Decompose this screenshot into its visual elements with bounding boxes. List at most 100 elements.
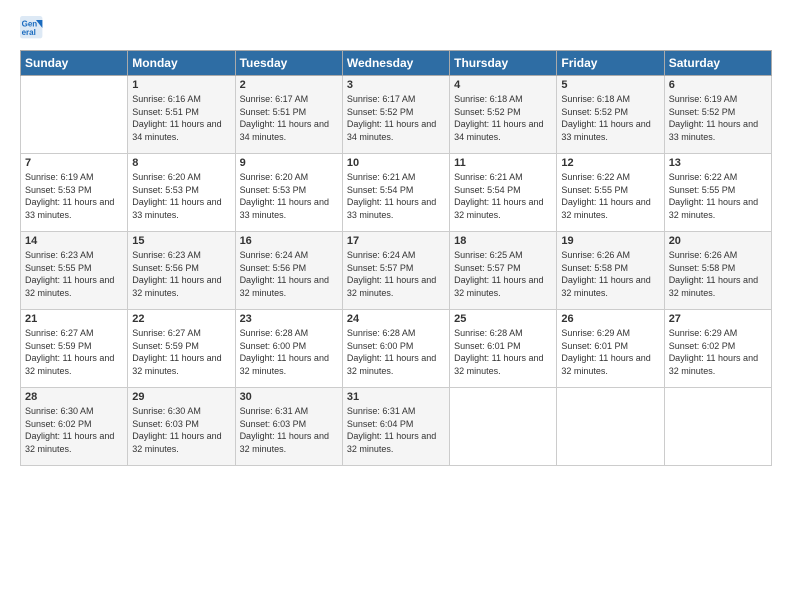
weekday-header: Sunday — [21, 51, 128, 76]
calendar-cell: 2 Sunrise: 6:17 AMSunset: 5:51 PMDaylight… — [235, 76, 342, 154]
calendar-cell: 31 Sunrise: 6:31 AMSunset: 6:04 PMDayligh… — [342, 388, 449, 466]
calendar-cell: 10 Sunrise: 6:21 AMSunset: 5:54 PMDayligh… — [342, 154, 449, 232]
cell-content: Sunrise: 6:28 AMSunset: 6:01 PMDaylight:… — [454, 327, 552, 377]
calendar-cell: 3 Sunrise: 6:17 AMSunset: 5:52 PMDaylight… — [342, 76, 449, 154]
svg-text:Gen: Gen — [22, 19, 38, 28]
cell-content: Sunrise: 6:28 AMSunset: 6:00 PMDaylight:… — [240, 327, 338, 377]
day-number: 10 — [347, 157, 445, 169]
day-number: 19 — [561, 235, 659, 247]
calendar-cell: 21Sunrise: 6:27 AMSunset: 5:59 PMDayligh… — [21, 310, 128, 388]
day-number: 7 — [25, 157, 123, 169]
day-number: 30 — [240, 391, 338, 403]
day-number: 2 — [240, 79, 338, 91]
calendar-cell: 1 Sunrise: 6:16 AMSunset: 5:51 PMDaylight… — [128, 76, 235, 154]
cell-content: Sunrise: 6:17 AMSunset: 5:51 PMDaylight:… — [240, 93, 338, 143]
calendar-cell — [557, 388, 664, 466]
day-number: 29 — [132, 391, 230, 403]
calendar-cell: 25 Sunrise: 6:28 AMSunset: 6:01 PMDayligh… — [450, 310, 557, 388]
calendar-cell: 15Sunrise: 6:23 AMSunset: 5:56 PMDayligh… — [128, 232, 235, 310]
calendar-week-row: 14Sunrise: 6:23 AMSunset: 5:55 PMDayligh… — [21, 232, 772, 310]
calendar-cell: 24 Sunrise: 6:28 AMSunset: 6:00 PMDayligh… — [342, 310, 449, 388]
weekday-header: Thursday — [450, 51, 557, 76]
day-number: 12 — [561, 157, 659, 169]
calendar-cell: 29 Sunrise: 6:30 AMSunset: 6:03 PMDayligh… — [128, 388, 235, 466]
cell-content: Sunrise: 6:23 AMSunset: 5:55 PMDaylight:… — [25, 249, 123, 299]
cell-content: Sunrise: 6:21 AMSunset: 5:54 PMDaylight:… — [347, 171, 445, 221]
cell-content: Sunrise: 6:23 AMSunset: 5:56 PMDaylight:… — [132, 249, 230, 299]
calendar-week-row: 21Sunrise: 6:27 AMSunset: 5:59 PMDayligh… — [21, 310, 772, 388]
calendar-cell: 30 Sunrise: 6:31 AMSunset: 6:03 PMDayligh… — [235, 388, 342, 466]
calendar-cell: 17 Sunrise: 6:24 AMSunset: 5:57 PMDayligh… — [342, 232, 449, 310]
calendar-cell: 12Sunrise: 6:22 AMSunset: 5:55 PMDayligh… — [557, 154, 664, 232]
calendar-cell: 11 Sunrise: 6:21 AMSunset: 5:54 PMDayligh… — [450, 154, 557, 232]
cell-content: Sunrise: 6:18 AMSunset: 5:52 PMDaylight:… — [454, 93, 552, 143]
cell-content: Sunrise: 6:19 AMSunset: 5:53 PMDaylight:… — [25, 171, 123, 221]
cell-content: Sunrise: 6:21 AMSunset: 5:54 PMDaylight:… — [454, 171, 552, 221]
cell-content: Sunrise: 6:31 AMSunset: 6:04 PMDaylight:… — [347, 405, 445, 455]
calendar-cell: 5Sunrise: 6:18 AMSunset: 5:52 PMDaylight… — [557, 76, 664, 154]
cell-content: Sunrise: 6:22 AMSunset: 5:55 PMDaylight:… — [669, 171, 767, 221]
calendar-cell: 20Sunrise: 6:26 AMSunset: 5:58 PMDayligh… — [664, 232, 771, 310]
calendar-cell: 26 Sunrise: 6:29 AMSunset: 6:01 PMDayligh… — [557, 310, 664, 388]
cell-content: Sunrise: 6:20 AMSunset: 5:53 PMDaylight:… — [240, 171, 338, 221]
day-number: 4 — [454, 79, 552, 91]
header: Gen eral — [20, 16, 772, 40]
day-number: 27 — [669, 313, 767, 325]
calendar-cell: 23 Sunrise: 6:28 AMSunset: 6:00 PMDayligh… — [235, 310, 342, 388]
day-number: 23 — [240, 313, 338, 325]
cell-content: Sunrise: 6:27 AMSunset: 5:59 PMDaylight:… — [25, 327, 123, 377]
cell-content: Sunrise: 6:31 AMSunset: 6:03 PMDaylight:… — [240, 405, 338, 455]
cell-content: Sunrise: 6:26 AMSunset: 5:58 PMDaylight:… — [561, 249, 659, 299]
day-number: 9 — [240, 157, 338, 169]
calendar-week-row: 1 Sunrise: 6:16 AMSunset: 5:51 PMDaylight… — [21, 76, 772, 154]
day-number: 8 — [132, 157, 230, 169]
calendar-cell: 28 Sunrise: 6:30 AMSunset: 6:02 PMDayligh… — [21, 388, 128, 466]
calendar-week-row: 7 Sunrise: 6:19 AMSunset: 5:53 PMDaylight… — [21, 154, 772, 232]
calendar-table: SundayMondayTuesdayWednesdayThursdayFrid… — [20, 50, 772, 466]
calendar-cell: 7 Sunrise: 6:19 AMSunset: 5:53 PMDaylight… — [21, 154, 128, 232]
weekday-header: Monday — [128, 51, 235, 76]
calendar-cell: 18 Sunrise: 6:25 AMSunset: 5:57 PMDayligh… — [450, 232, 557, 310]
page: Gen eral SundayMondayTuesdayWednesdayThu… — [0, 0, 792, 612]
cell-content: Sunrise: 6:17 AMSunset: 5:52 PMDaylight:… — [347, 93, 445, 143]
calendar-cell: 13Sunrise: 6:22 AMSunset: 5:55 PMDayligh… — [664, 154, 771, 232]
cell-content: Sunrise: 6:18 AMSunset: 5:52 PMDaylight:… — [561, 93, 659, 143]
cell-content: Sunrise: 6:24 AMSunset: 5:57 PMDaylight:… — [347, 249, 445, 299]
cell-content: Sunrise: 6:25 AMSunset: 5:57 PMDaylight:… — [454, 249, 552, 299]
calendar-cell: 8 Sunrise: 6:20 AMSunset: 5:53 PMDaylight… — [128, 154, 235, 232]
cell-content: Sunrise: 6:20 AMSunset: 5:53 PMDaylight:… — [132, 171, 230, 221]
svg-text:eral: eral — [22, 28, 36, 37]
day-number: 26 — [561, 313, 659, 325]
day-number: 17 — [347, 235, 445, 247]
weekday-header: Tuesday — [235, 51, 342, 76]
cell-content: Sunrise: 6:16 AMSunset: 5:51 PMDaylight:… — [132, 93, 230, 143]
day-number: 24 — [347, 313, 445, 325]
cell-content: Sunrise: 6:19 AMSunset: 5:52 PMDaylight:… — [669, 93, 767, 143]
calendar-week-row: 28 Sunrise: 6:30 AMSunset: 6:02 PMDayligh… — [21, 388, 772, 466]
day-number: 3 — [347, 79, 445, 91]
day-number: 20 — [669, 235, 767, 247]
cell-content: Sunrise: 6:24 AMSunset: 5:56 PMDaylight:… — [240, 249, 338, 299]
weekday-header: Wednesday — [342, 51, 449, 76]
cell-content: Sunrise: 6:29 AMSunset: 6:02 PMDaylight:… — [669, 327, 767, 377]
day-number: 11 — [454, 157, 552, 169]
calendar-cell: 9 Sunrise: 6:20 AMSunset: 5:53 PMDaylight… — [235, 154, 342, 232]
cell-content: Sunrise: 6:30 AMSunset: 6:03 PMDaylight:… — [132, 405, 230, 455]
cell-content: Sunrise: 6:29 AMSunset: 6:01 PMDaylight:… — [561, 327, 659, 377]
cell-content: Sunrise: 6:27 AMSunset: 5:59 PMDaylight:… — [132, 327, 230, 377]
logo-icon: Gen eral — [20, 16, 44, 40]
weekday-header: Saturday — [664, 51, 771, 76]
calendar-cell: 22Sunrise: 6:27 AMSunset: 5:59 PMDayligh… — [128, 310, 235, 388]
cell-content: Sunrise: 6:30 AMSunset: 6:02 PMDaylight:… — [25, 405, 123, 455]
calendar-cell: 16Sunrise: 6:24 AMSunset: 5:56 PMDayligh… — [235, 232, 342, 310]
calendar-cell: 6 Sunrise: 6:19 AMSunset: 5:52 PMDaylight… — [664, 76, 771, 154]
day-number: 31 — [347, 391, 445, 403]
day-number: 18 — [454, 235, 552, 247]
day-number: 6 — [669, 79, 767, 91]
day-number: 25 — [454, 313, 552, 325]
day-number: 1 — [132, 79, 230, 91]
cell-content: Sunrise: 6:28 AMSunset: 6:00 PMDaylight:… — [347, 327, 445, 377]
calendar-cell: 4 Sunrise: 6:18 AMSunset: 5:52 PMDaylight… — [450, 76, 557, 154]
calendar-cell — [450, 388, 557, 466]
day-number: 28 — [25, 391, 123, 403]
